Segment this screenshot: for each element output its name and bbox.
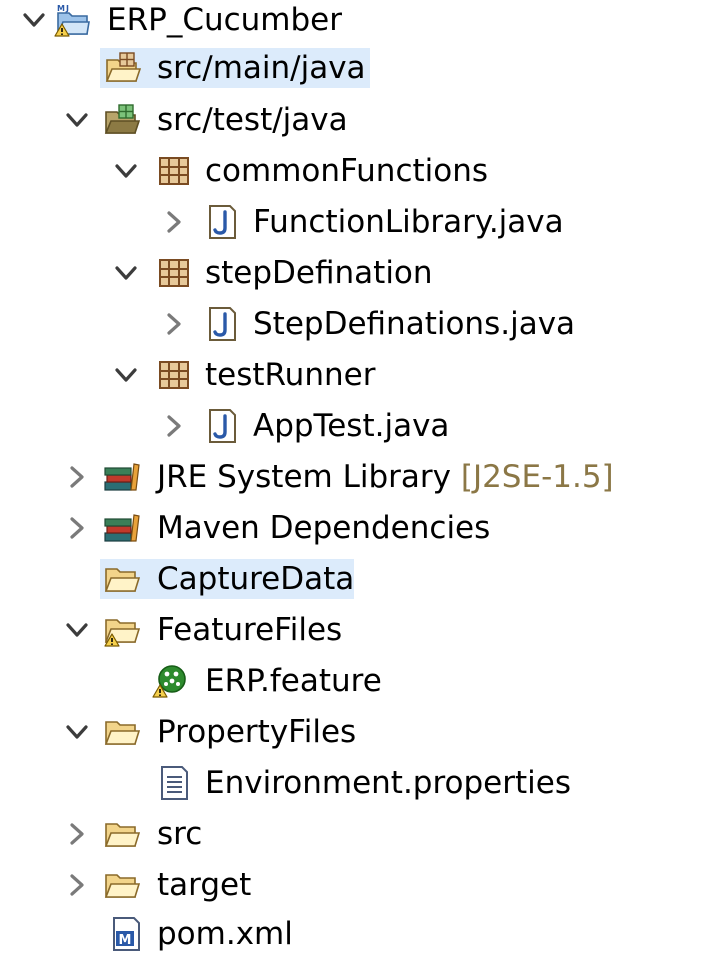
folder-warning-icon (104, 613, 140, 647)
tree-item-label: target (157, 867, 252, 903)
chevron-right-icon[interactable] (63, 871, 91, 899)
maven-project-warning-icon (54, 3, 90, 37)
tree-item-functionlibrary-java[interactable]: FunctionLibrary.java (0, 202, 600, 242)
tree-item-erp-cucumber[interactable]: ERP_Cucumber (0, 0, 360, 40)
package-icon (156, 358, 192, 392)
chevron-right-icon[interactable] (160, 412, 188, 440)
warning-icon (54, 23, 70, 37)
chevron-right-icon[interactable] (160, 208, 188, 236)
chevron-right-icon[interactable] (63, 820, 91, 848)
tree-item-testrunner[interactable]: testRunner (0, 355, 420, 395)
folder-icon (104, 715, 140, 749)
chevron-down-icon[interactable] (63, 106, 91, 134)
chevron-down-icon[interactable] (112, 259, 140, 287)
tree-item-label: CaptureData (157, 561, 355, 597)
tree-item-label: Maven Dependencies (157, 510, 491, 546)
tree-item-stepdefinations-java[interactable]: StepDefinations.java (0, 304, 600, 344)
tree-item-commonfunctions[interactable]: commonFunctions (0, 151, 520, 191)
tree-item-erp-feature[interactable]: ERP.feature (0, 661, 420, 701)
tree-item-label: AppTest.java (253, 408, 450, 444)
tree-item-environment-properties[interactable]: Environment.properties (0, 763, 610, 803)
tree-item-featurefiles[interactable]: FeatureFiles (0, 610, 400, 650)
java-file-icon (204, 205, 240, 239)
tree-item-capturedata[interactable]: CaptureData (100, 559, 354, 599)
library-icon (104, 460, 140, 494)
tree-item-jre-system-library[interactable]: JRE System Library [J2SE-1.5] (0, 457, 700, 497)
tree-item-label: PropertyFiles (157, 714, 357, 750)
cucumber-feature-warning-icon (152, 664, 188, 698)
chevron-down-icon[interactable] (63, 616, 91, 644)
tree-item-label: FunctionLibrary.java (253, 204, 564, 240)
chevron-right-icon[interactable] (63, 514, 91, 542)
tree-item-label: pom.xml (157, 916, 293, 952)
java-file-icon (204, 307, 240, 341)
tree-item-label: src (157, 816, 203, 852)
tree-item-label: Environment.properties (205, 765, 571, 801)
chevron-right-icon[interactable] (160, 310, 188, 338)
tree-item-label: src/test/java (157, 102, 348, 138)
tree-item-target[interactable]: target (0, 865, 300, 905)
tree-item-label: JRE System Library [J2SE-1.5] (157, 457, 614, 497)
tree-item-pom-xml[interactable]: pom.xml (0, 914, 340, 954)
tree-item-src[interactable]: src (0, 814, 260, 854)
folder-icon (104, 562, 140, 596)
tree-item-src-test-java[interactable]: src/test/java (0, 100, 370, 140)
tree-item-src-main-java[interactable]: src/main/java (100, 48, 370, 88)
chevron-down-icon[interactable] (63, 718, 91, 746)
test-source-folder-icon (104, 103, 140, 137)
chevron-down-icon[interactable] (112, 361, 140, 389)
warning-icon (104, 633, 120, 647)
tree-item-label: commonFunctions (205, 153, 489, 189)
java-file-icon (204, 409, 240, 443)
warning-icon (152, 684, 168, 698)
tree-item-propertyfiles[interactable]: PropertyFiles (0, 712, 400, 752)
chevron-down-icon[interactable] (112, 157, 140, 185)
tree-item-apptest-java[interactable]: AppTest.java (0, 406, 500, 446)
tree-item-maven-dependencies[interactable]: Maven Dependencies (0, 508, 560, 548)
chevron-down-icon[interactable] (20, 6, 48, 34)
folder-icon (104, 868, 140, 902)
tree-item-label: stepDefination (205, 255, 433, 291)
tree-item-label: testRunner (205, 357, 376, 393)
tree-item-label: StepDefinations.java (253, 306, 576, 342)
maven-pom-icon (108, 917, 144, 951)
package-icon (156, 154, 192, 188)
tree-item-name: JRE System Library (157, 459, 451, 495)
folder-icon (104, 817, 140, 851)
properties-file-icon (156, 766, 192, 800)
package-explorer-tree: ERP_Cucumber src/main/java src/test/java… (0, 0, 725, 954)
tree-item-label: ERP_Cucumber (107, 2, 342, 38)
package-icon (156, 256, 192, 290)
source-folder-icon (105, 51, 141, 85)
tree-item-label: ERP.feature (205, 663, 382, 699)
chevron-right-icon[interactable] (63, 463, 91, 491)
tree-item-label: FeatureFiles (157, 612, 343, 648)
library-icon (104, 511, 140, 545)
tree-item-label: src/main/java (157, 50, 366, 86)
tree-item-stepdefination[interactable]: stepDefination (0, 253, 470, 293)
jre-version-decoration: [J2SE-1.5] (460, 459, 614, 495)
